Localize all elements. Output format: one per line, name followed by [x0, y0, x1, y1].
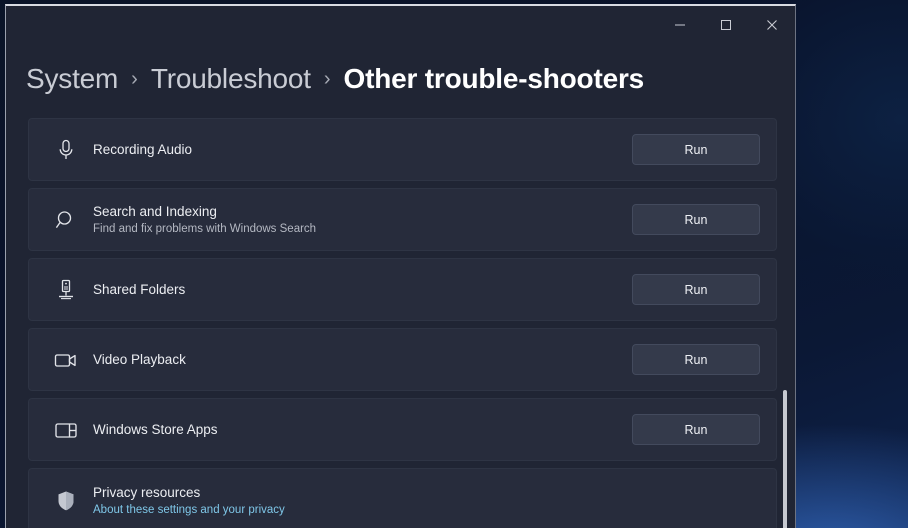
microphone-icon	[43, 138, 89, 162]
scrollbar-thumb[interactable]	[783, 390, 787, 528]
run-button-shared-folders[interactable]: Run	[632, 274, 760, 305]
row-text: Video Playback	[89, 351, 632, 368]
app-layout-icon	[43, 420, 89, 440]
troubleshooter-row-windows-store-apps[interactable]: Windows Store Apps Run	[28, 398, 777, 461]
page-title: Other trouble-shooters	[343, 63, 645, 94]
troubleshooter-row-recording-audio[interactable]: Recording Audio Run	[28, 118, 777, 181]
run-button-search-and-indexing[interactable]: Run	[632, 204, 760, 235]
troubleshooter-subtitle: Find and fix problems with Windows Searc…	[93, 222, 317, 235]
privacy-title: Privacy resources	[93, 485, 201, 500]
maximize-button[interactable]	[703, 6, 749, 44]
troubleshooter-title: Shared Folders	[93, 282, 186, 297]
privacy-resources-row[interactable]: Privacy resources About these settings a…	[28, 468, 777, 528]
shield-icon	[43, 489, 89, 513]
run-button-video-playback[interactable]: Run	[632, 344, 760, 375]
breadcrumb-item-troubleshoot[interactable]: Troubleshoot	[151, 63, 311, 95]
row-text: Privacy resources About these settings a…	[89, 484, 760, 518]
minimize-icon	[675, 24, 685, 26]
breadcrumb: System › Troubleshoot › Other trouble-sh…	[26, 63, 644, 95]
chevron-right-icon: ›	[131, 68, 138, 90]
desktop-background: System › Troubleshoot › Other trouble-sh…	[0, 0, 908, 528]
troubleshooter-row-search-and-indexing[interactable]: Search and Indexing Find and fix problem…	[28, 188, 777, 251]
scrollbar[interactable]	[780, 118, 790, 528]
troubleshooter-title: Search and Indexing	[93, 203, 217, 219]
row-text: Recording Audio	[89, 141, 632, 158]
close-button[interactable]	[749, 6, 795, 44]
chevron-right-icon: ›	[323, 68, 331, 90]
minimize-button[interactable]	[657, 6, 703, 44]
server-icon	[43, 278, 89, 302]
troubleshooter-title: Video Playback	[93, 352, 186, 367]
troubleshooter-row-shared-folders[interactable]: Shared Folders Run	[28, 258, 777, 321]
troubleshooter-title: Recording Audio	[93, 142, 193, 157]
troubleshooter-title: Windows Store Apps	[93, 422, 218, 437]
video-camera-icon	[43, 350, 89, 370]
row-text: Search and Indexing Find and fix problem…	[89, 203, 632, 237]
troubleshooter-list: Recording Audio Run Search and Indexing …	[6, 118, 795, 528]
row-text: Windows Store Apps	[89, 421, 632, 438]
run-button-windows-store-apps[interactable]: Run	[632, 414, 760, 445]
row-text: Shared Folders	[89, 281, 632, 298]
breadcrumb-item-system[interactable]: System	[26, 63, 118, 95]
window-titlebar[interactable]	[6, 6, 795, 48]
search-icon	[43, 208, 89, 232]
window-controls	[657, 6, 795, 44]
close-icon	[767, 20, 777, 30]
privacy-link[interactable]: About these settings and your privacy	[93, 502, 760, 518]
settings-window: System › Troubleshoot › Other trouble-sh…	[5, 4, 796, 528]
run-button-recording-audio[interactable]: Run	[632, 134, 760, 165]
troubleshooter-row-video-playback[interactable]: Video Playback Run	[28, 328, 777, 391]
maximize-icon	[721, 20, 731, 30]
